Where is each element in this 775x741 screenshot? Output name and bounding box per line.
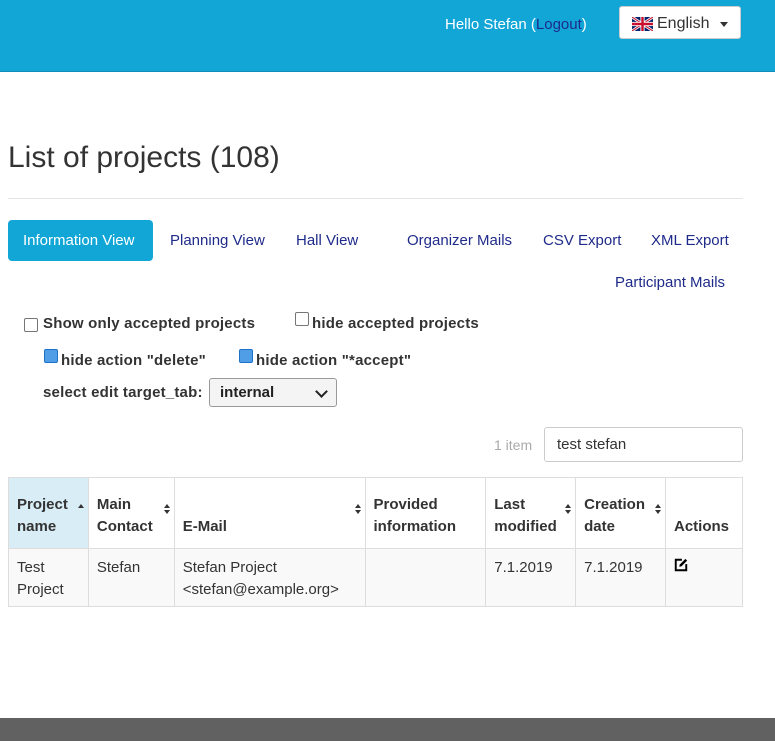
edit-target-label: select edit target_tab:: [43, 384, 203, 401]
page-title: List of projects (108): [8, 141, 280, 174]
tab-organizer-mails[interactable]: Organizer Mails: [407, 232, 512, 249]
show-only-accepted-label: Show only accepted projects: [43, 315, 256, 332]
greeting-text: Hello Stefan (: [445, 16, 536, 33]
sort-icon: [354, 504, 361, 514]
col-main-contact[interactable]: Main Contact: [87, 477, 175, 549]
edit-icon[interactable]: [674, 558, 688, 572]
table-header-row: Project name Main Contact E-Mail Provide…: [8, 477, 743, 549]
col-actions-label: Actions: [674, 518, 730, 535]
tab-information-view[interactable]: Information View: [8, 220, 153, 261]
col-creation-date[interactable]: Creation date: [575, 477, 666, 549]
col-main-contact-label: Main Contact: [96, 496, 153, 535]
chevron-down-icon: [315, 385, 328, 398]
tab-hall-view[interactable]: Hall View: [296, 232, 358, 249]
footer-bar: [0, 718, 775, 741]
hide-action-delete-label: hide action "delete": [61, 352, 206, 369]
hide-action-accept-label: hide action "*accept": [256, 352, 412, 369]
cell-actions: [665, 548, 743, 607]
hide-accepted-label: hide accepted projects: [312, 315, 479, 332]
hide-accepted-checkbox[interactable]: [295, 312, 309, 326]
greeting-end: ): [581, 16, 587, 33]
col-provided-information: Provided information: [364, 477, 487, 549]
cell-email: Stefan Project <stefan@example.org>: [173, 548, 366, 607]
hide-action-accept-checkbox[interactable]: [239, 349, 253, 363]
caret-down-icon: [720, 22, 728, 27]
col-project-name[interactable]: Project name: [8, 477, 89, 549]
edit-target-value: internal: [220, 384, 275, 401]
cell-email-address: <stefan@example.org>: [182, 581, 339, 598]
search-input[interactable]: [544, 427, 743, 462]
uk-flag-icon: [632, 17, 653, 31]
greeting: Hello Stefan (Logout): [445, 16, 587, 33]
divider: [8, 198, 743, 199]
edit-target-select[interactable]: internal: [209, 378, 337, 407]
sort-asc-icon: [77, 504, 84, 514]
cell-provided-information: [364, 548, 487, 607]
cell-last-modified: 7.1.2019: [485, 548, 577, 607]
table-row: Test Project Stefan Stefan Project <stefa…: [8, 548, 743, 607]
sort-icon: [163, 504, 170, 514]
col-last-modified-label: Last modified: [494, 496, 557, 535]
col-creation-date-label: Creation date: [584, 496, 645, 535]
col-project-name-label: Project name: [17, 496, 68, 535]
cell-creation-date: 7.1.2019: [575, 548, 666, 607]
col-provided-information-label: Provided information: [373, 496, 457, 535]
tab-xml-export[interactable]: XML Export: [651, 232, 729, 249]
cell-email-name: Stefan Project: [182, 559, 277, 576]
tab-csv-export[interactable]: CSV Export: [543, 232, 621, 249]
sort-icon: [655, 504, 661, 514]
language-label: English: [657, 15, 710, 32]
cell-main-contact: Stefan: [87, 548, 175, 607]
cell-project-name: Test Project: [8, 548, 89, 607]
hide-action-delete-checkbox[interactable]: [44, 349, 58, 363]
show-only-accepted-checkbox[interactable]: [24, 318, 38, 332]
col-last-modified[interactable]: Last modified: [485, 477, 577, 549]
result-count: 1 item: [494, 437, 533, 453]
logout-link[interactable]: Logout: [536, 16, 582, 33]
sort-icon: [565, 504, 572, 514]
col-email[interactable]: E-Mail: [173, 477, 366, 549]
col-actions: Actions: [665, 477, 743, 549]
col-email-label: E-Mail: [182, 518, 227, 535]
projects-table: Project name Main Contact E-Mail Provide…: [8, 477, 743, 607]
tab-participant-mails[interactable]: Participant Mails: [615, 274, 725, 291]
tab-information-view-label: Information View: [23, 232, 135, 249]
top-bar: Hello Stefan (Logout) English: [0, 0, 775, 72]
language-select[interactable]: English: [619, 6, 741, 39]
tab-planning-view[interactable]: Planning View: [170, 232, 265, 249]
